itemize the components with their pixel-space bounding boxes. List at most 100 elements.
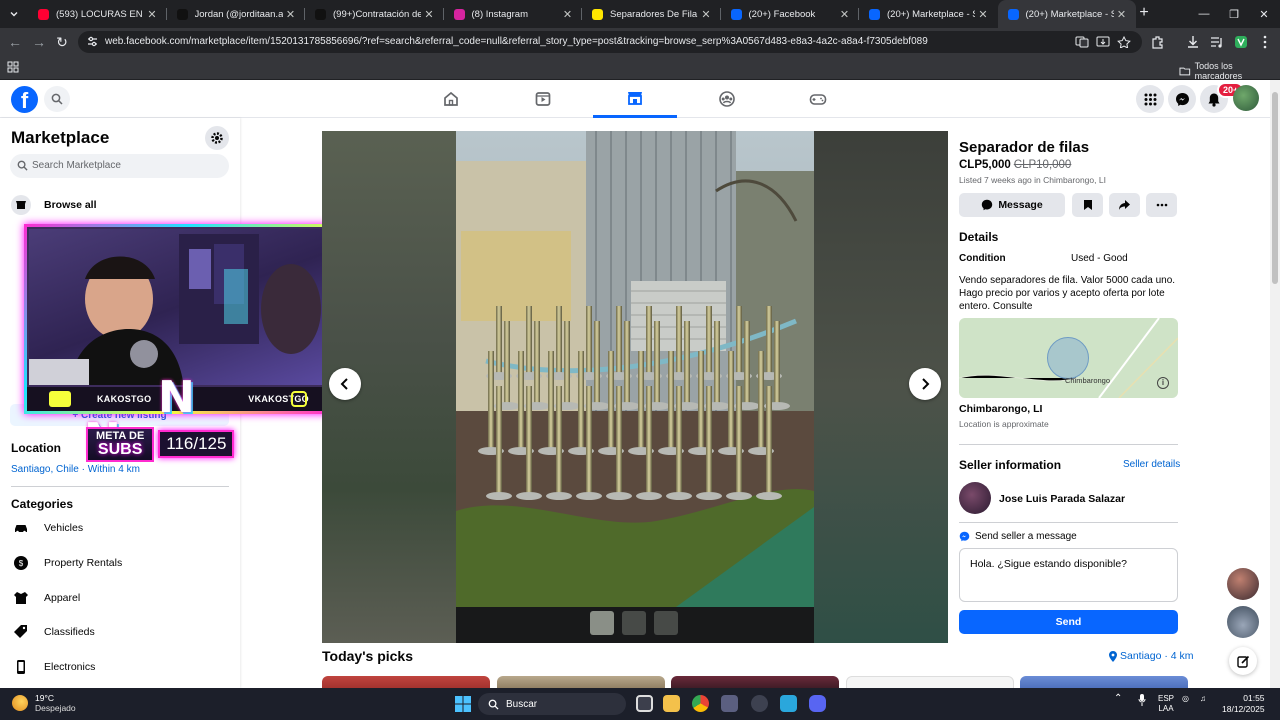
picks-location-link[interactable]: Santiago · 4 km — [1109, 650, 1194, 662]
close-tab-icon[interactable]: ✕ — [144, 8, 160, 21]
close-tab-icon[interactable]: ✕ — [698, 8, 714, 21]
weather-widget[interactable]: 19°C Despejado — [12, 693, 76, 713]
browser-tab[interactable]: (99+)Contratación de DJ✕ — [305, 0, 443, 28]
marketplace-settings-button[interactable] — [205, 126, 229, 150]
translate-icon[interactable] — [1075, 36, 1089, 48]
sidebar-item-vehicles[interactable]: Vehicles — [10, 517, 83, 539]
sidebar-item-property-rentals[interactable]: $ Property Rentals — [10, 552, 122, 574]
nav-tab-marketplace[interactable] — [593, 80, 677, 118]
obs-icon[interactable] — [751, 695, 768, 712]
location-value-link[interactable]: Santiago, Chile · Within 4 km — [11, 464, 140, 475]
install-app-icon[interactable] — [1096, 36, 1110, 48]
scrollbar-thumb[interactable] — [1272, 92, 1278, 284]
microphone-icon[interactable] — [1138, 694, 1146, 706]
seller-name-link[interactable]: Jose Luis Parada Salazar — [999, 493, 1125, 505]
volume-icon[interactable]: ♫ — [1200, 694, 1206, 704]
gallery-prev-button[interactable] — [329, 368, 361, 400]
close-tab-icon[interactable]: ✕ — [421, 8, 437, 21]
media-controls-icon[interactable] — [1209, 34, 1225, 50]
map-info-icon[interactable]: i — [1157, 377, 1169, 389]
sidebar-item-electronics[interactable]: Electronics — [10, 656, 95, 678]
send-message-button[interactable]: Send — [959, 610, 1178, 634]
windows-start-icon[interactable] — [455, 696, 471, 712]
downloads-icon[interactable] — [1185, 34, 1201, 50]
reload-button[interactable]: ↻ — [52, 32, 72, 52]
menu-button[interactable] — [1136, 85, 1164, 113]
save-listing-button[interactable] — [1072, 193, 1103, 217]
nav-tab-home[interactable] — [409, 80, 493, 118]
browser-tab[interactable]: Separadores De Fila | Mercado✕ — [582, 0, 720, 28]
browser-tab[interactable]: (593) LOCURAS EN LA FERIA✕ — [28, 0, 166, 28]
more-options-button[interactable] — [1146, 193, 1177, 217]
listing-main-photo[interactable] — [456, 131, 814, 607]
new-tab-button[interactable]: + — [1134, 3, 1154, 23]
weather-temperature: 19°C — [35, 693, 54, 703]
site-info-icon[interactable] — [86, 35, 99, 48]
photo-pole-base — [636, 492, 662, 500]
task-view-icon[interactable] — [636, 695, 653, 712]
sidebar-item-classifieds[interactable]: Classifieds — [10, 621, 95, 643]
sidebar-item-browse-all[interactable]: Browse all — [10, 194, 97, 216]
profile-extension-icon[interactable] — [1233, 34, 1249, 50]
discord-icon[interactable] — [809, 695, 826, 712]
location-map[interactable]: Chimbarongo i — [959, 318, 1178, 398]
browser-tab-title: (20+) Marketplace - SE VENDE — [887, 8, 975, 20]
browser-tab[interactable]: (20+) Facebook ✕ — [721, 0, 859, 28]
minimize-button[interactable]: — — [1189, 0, 1219, 28]
close-tab-icon[interactable]: ✕ — [1114, 8, 1130, 21]
browser-tab[interactable]: (20+) Marketplace - SE VENDE✕ — [859, 0, 997, 28]
taskbar-clock[interactable]: 01:55 18/12/2025 — [1222, 693, 1265, 715]
maximize-button[interactable]: ❐ — [1219, 0, 1249, 28]
url-text[interactable]: web.facebook.com/marketplace/item/152013… — [105, 36, 928, 47]
taskbar-search-box[interactable]: Buscar — [478, 693, 626, 715]
chrome-icon[interactable] — [692, 695, 709, 712]
nav-tab-groups[interactable] — [685, 80, 769, 118]
sidebar-item-apparel[interactable]: Apparel — [10, 587, 80, 609]
tray-overflow-icon[interactable]: ⌃ — [1114, 694, 1122, 704]
page-scrollbar[interactable] — [1270, 80, 1280, 688]
back-button[interactable]: ← — [5, 32, 25, 52]
browser-menu-icon[interactable] — [1257, 34, 1273, 50]
chat-head-avatar[interactable] — [1227, 568, 1259, 600]
seller-message-input[interactable]: Hola. ¿Sigue estando disponible? — [959, 548, 1178, 602]
close-tab-icon[interactable]: ✕ — [560, 8, 576, 21]
network-icon[interactable]: ◎ — [1182, 694, 1189, 704]
apps-grid-icon[interactable] — [7, 61, 19, 73]
new-message-button[interactable] — [1229, 647, 1257, 675]
message-button[interactable]: Message — [959, 193, 1065, 217]
chat-head-avatar[interactable] — [1227, 606, 1259, 638]
facebook-app-icon[interactable] — [780, 695, 797, 712]
nav-tab-gaming[interactable] — [776, 80, 860, 118]
photo-pole — [646, 386, 652, 496]
bookmark-star-icon[interactable] — [1117, 36, 1131, 48]
tab-search-menu-icon[interactable] — [4, 4, 24, 24]
seller-avatar[interactable] — [959, 482, 991, 514]
marketplace-search-input[interactable]: Search Marketplace — [10, 154, 229, 178]
gallery-thumbnail[interactable] — [590, 611, 614, 635]
facebook-search-button[interactable] — [44, 86, 70, 112]
forward-button[interactable]: → — [29, 32, 49, 52]
facebook-logo[interactable]: f — [11, 86, 38, 113]
nav-tab-video[interactable] — [501, 80, 585, 118]
gallery-next-button[interactable] — [909, 368, 941, 400]
messenger-button[interactable] — [1168, 85, 1196, 113]
gallery-thumbnail[interactable] — [622, 611, 646, 635]
browser-tab[interactable]: (20+) Marketplace - Separador✕ — [997, 0, 1136, 28]
account-avatar[interactable] — [1233, 85, 1259, 111]
address-bar[interactable]: web.facebook.com/marketplace/item/152013… — [78, 31, 1142, 53]
browser-tab[interactable]: (8) Instagram ✕ — [444, 0, 582, 28]
close-tab-icon[interactable]: ✕ — [975, 8, 991, 21]
seller-details-link[interactable]: Seller details — [1123, 459, 1180, 470]
close-window-button[interactable]: ✕ — [1249, 0, 1279, 28]
language-indicator[interactable]: ESP LAA — [1158, 694, 1174, 714]
file-explorer-icon[interactable] — [663, 695, 680, 712]
browser-tab[interactable]: Jordan (@jorditaan.aaron)✕ — [167, 0, 305, 28]
share-listing-button[interactable] — [1109, 193, 1140, 217]
extensions-icon[interactable] — [1150, 34, 1166, 50]
gallery-thumbnail[interactable] — [654, 611, 678, 635]
all-bookmarks-button[interactable]: Todos los marcadores — [1179, 61, 1280, 81]
close-tab-icon[interactable]: ✕ — [837, 8, 853, 21]
app-icon[interactable] — [721, 695, 738, 712]
photo-pole — [766, 306, 772, 376]
close-tab-icon[interactable]: ✕ — [283, 8, 299, 21]
